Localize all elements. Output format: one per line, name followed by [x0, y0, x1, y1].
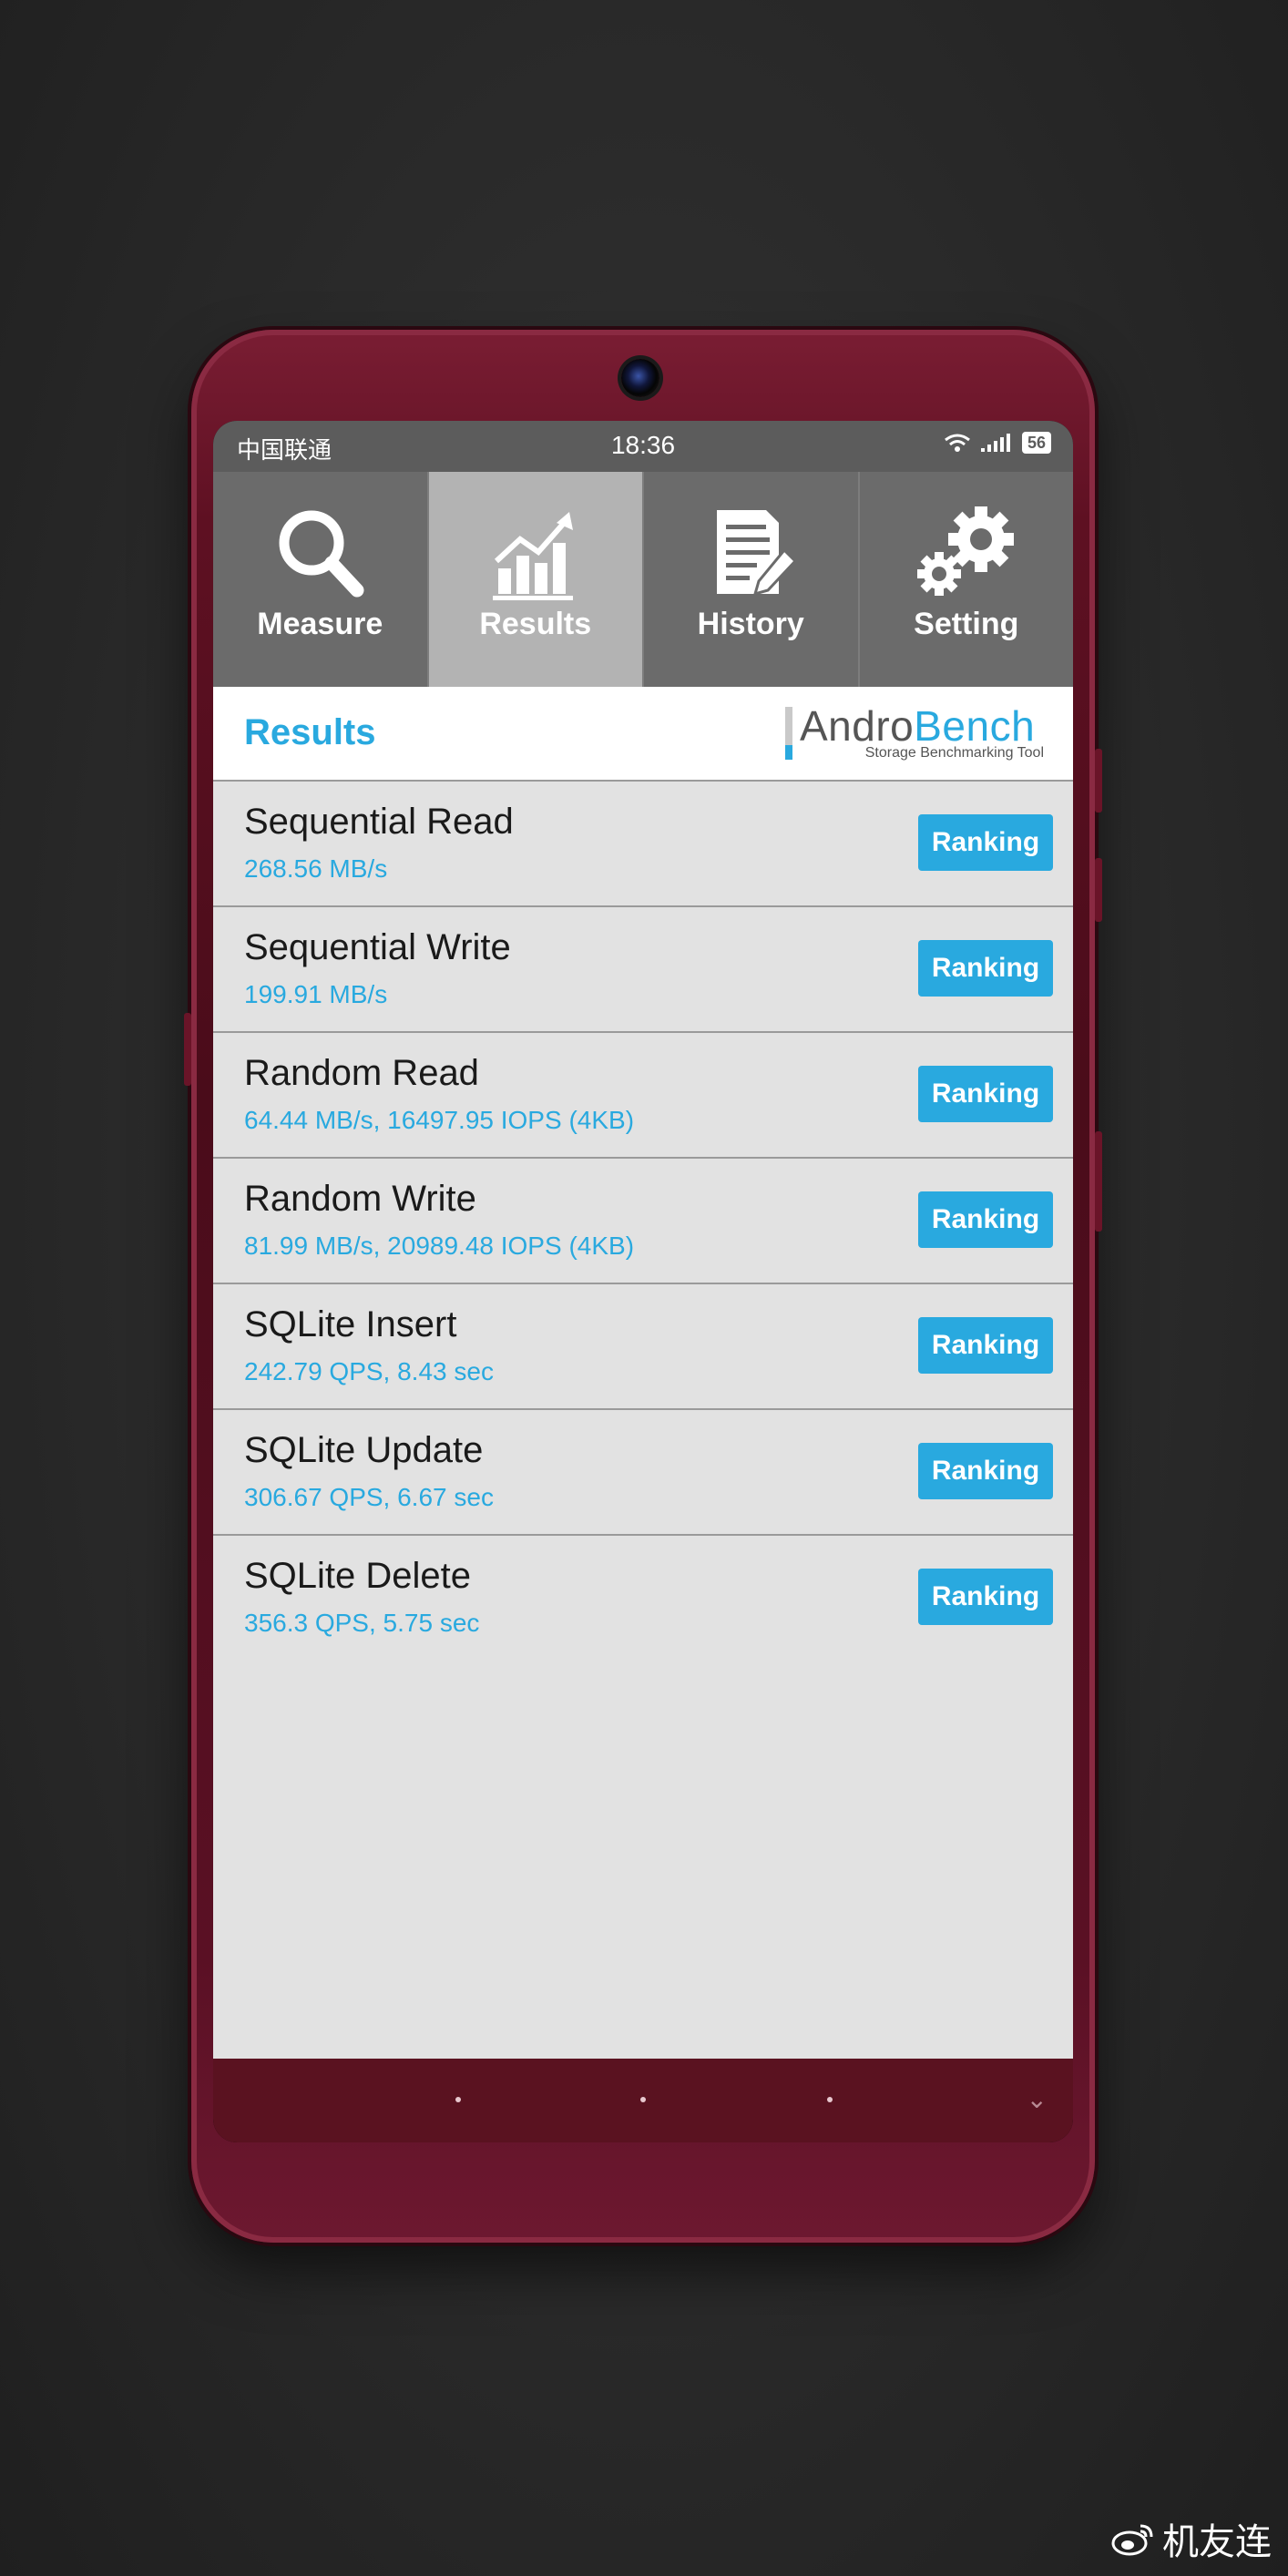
ranking-button[interactable]: Ranking [918, 814, 1053, 871]
result-row-random-write: Random Write 81.99 MB/s, 20989.48 IOPS (… [213, 1159, 1073, 1284]
battery-indicator: 56 [1021, 432, 1051, 454]
ranking-button[interactable]: Ranking [918, 940, 1053, 997]
result-name: Random Write [244, 1179, 476, 1219]
tab-bar: Measure Results History Setting [213, 472, 1073, 687]
result-row-sqlite-delete: SQLite Delete 356.3 QPS, 5.75 sec Rankin… [213, 1536, 1073, 1660]
front-camera [621, 359, 659, 397]
result-value: 356.3 QPS, 5.75 sec [244, 1609, 480, 1637]
ranking-button[interactable]: Ranking [918, 1191, 1053, 1248]
magnifier-icon [270, 503, 370, 603]
result-row-random-read: Random Read 64.44 MB/s, 16497.95 IOPS (4… [213, 1033, 1073, 1159]
result-name: Sequential Read [244, 802, 514, 842]
side-button [1095, 858, 1102, 922]
logo-andro: Andro [800, 702, 915, 750]
logo-text: AndroBench [800, 701, 1035, 751]
result-row-sqlite-insert: SQLite Insert 242.79 QPS, 8.43 sec Ranki… [213, 1284, 1073, 1410]
ranking-button[interactable]: Ranking [918, 1317, 1053, 1374]
logo-tagline: Storage Benchmarking Tool [864, 745, 1044, 761]
tab-label: Setting [914, 607, 1019, 641]
result-value: 242.79 QPS, 8.43 sec [244, 1357, 494, 1385]
page-title: Results [244, 712, 376, 752]
result-value: 306.67 QPS, 6.67 sec [244, 1483, 494, 1511]
ranking-button[interactable]: Ranking [918, 1569, 1053, 1625]
tab-results[interactable]: Results [428, 472, 644, 687]
wifi-icon [945, 434, 970, 452]
result-name: Sequential Write [244, 927, 511, 967]
result-value: 81.99 MB/s, 20989.48 IOPS (4KB) [244, 1232, 635, 1260]
tab-label: Measure [257, 607, 383, 641]
result-name: SQLite Update [244, 1430, 484, 1470]
ranking-button[interactable]: Ranking [918, 1066, 1053, 1122]
side-button [1095, 749, 1102, 813]
result-row-sqlite-update: SQLite Update 306.67 QPS, 6.67 sec Ranki… [213, 1410, 1073, 1536]
tab-label: Results [479, 607, 592, 641]
result-name: SQLite Insert [244, 1304, 457, 1344]
result-name: SQLite Delete [244, 1556, 472, 1596]
side-button [184, 1013, 191, 1086]
document-icon [700, 503, 801, 603]
tab-label: History [697, 607, 804, 641]
tab-setting[interactable]: Setting [860, 472, 1074, 687]
watermark: 机友连 [1111, 2512, 1272, 2565]
signal-icon [980, 434, 1010, 452]
logo-bench: Bench [914, 702, 1036, 750]
nav-home-dot[interactable] [640, 2097, 646, 2102]
result-value: 64.44 MB/s, 16497.95 IOPS (4KB) [244, 1106, 635, 1134]
logo-bar [785, 707, 792, 745]
nav-back-dot[interactable] [827, 2097, 833, 2102]
result-value: 268.56 MB/s [244, 854, 388, 883]
tab-measure[interactable]: Measure [213, 472, 429, 687]
weibo-icon [1111, 2524, 1153, 2556]
chart-icon [486, 503, 586, 603]
results-header: Results AndroBench Storage Benchmarking … [213, 687, 1073, 782]
chevron-down-icon[interactable]: ⌄ [1027, 2084, 1048, 2114]
result-row-sequential-read: Sequential Read 268.56 MB/s Ranking [213, 782, 1073, 907]
ranking-button[interactable]: Ranking [918, 1443, 1053, 1499]
navigation-bar: ⌄ [213, 2059, 1073, 2142]
result-name: Random Read [244, 1053, 479, 1093]
result-row-sequential-write: Sequential Write 199.91 MB/s Ranking [213, 907, 1073, 1033]
status-icons: 56 [944, 432, 1051, 454]
tab-history[interactable]: History [644, 472, 860, 687]
side-button [1095, 1131, 1102, 1232]
result-value: 199.91 MB/s [244, 980, 388, 1008]
nav-menu-dot[interactable] [455, 2097, 461, 2102]
results-list: Sequential Read 268.56 MB/s Ranking Sequ… [213, 782, 1073, 2059]
androbench-logo: AndroBench Storage Benchmarking Tool [785, 701, 1044, 762]
logo-bar [785, 745, 792, 760]
gears-icon [912, 503, 1021, 603]
status-bar: 中国联通 18:36 56 [213, 421, 1073, 472]
watermark-text: 机友连 [1162, 2522, 1272, 2562]
phone-frame: 中国联通 18:36 56 Measure Results History Se… [184, 330, 1102, 2243]
screen: 中国联通 18:36 56 Measure Results History Se… [213, 421, 1073, 2142]
